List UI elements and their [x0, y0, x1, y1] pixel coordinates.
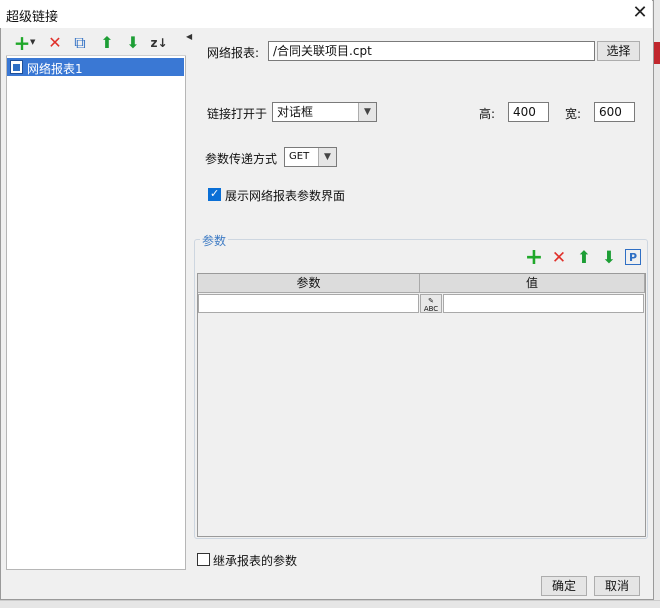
- show-params-checkbox[interactable]: [208, 187, 221, 201]
- open-in-label: 链接打开于: [207, 107, 268, 121]
- move-up-icon[interactable]: ⬆: [97, 34, 117, 52]
- link-list-panel: [6, 30, 186, 570]
- params-group-title: 参数: [200, 232, 229, 249]
- param-mode-value: GET: [289, 151, 310, 162]
- cancel-button[interactable]: 取消: [594, 576, 640, 596]
- background-highlight: [654, 42, 660, 64]
- param-name-cell[interactable]: [198, 294, 419, 313]
- background-app: [654, 0, 660, 608]
- formula-icon: ✎: [428, 297, 434, 305]
- inherit-params-label: 继承报表的参数: [213, 554, 298, 568]
- collapse-arrow-icon[interactable]: ◀: [186, 32, 192, 41]
- add-dropdown-icon[interactable]: ▼: [30, 38, 35, 46]
- move-down-icon[interactable]: ⬇: [123, 34, 143, 52]
- inherit-params-checkbox[interactable]: [197, 553, 210, 566]
- chevron-down-icon[interactable]: ▼: [318, 148, 336, 166]
- width-field[interactable]: 600: [594, 102, 635, 122]
- param-p-icon[interactable]: P: [625, 249, 641, 265]
- column-header-value[interactable]: 值: [420, 274, 645, 293]
- height-label: 高:: [479, 107, 496, 121]
- delete-param-icon[interactable]: ✕: [549, 249, 569, 267]
- background-bottom: [0, 600, 660, 608]
- sort-icon[interactable]: z↓: [149, 34, 169, 52]
- param-down-icon[interactable]: ⬇: [599, 249, 619, 267]
- height-field[interactable]: 400: [508, 102, 549, 122]
- report-path-field[interactable]: /合同关联项目.cpt: [268, 41, 595, 61]
- open-in-value: 对话框: [277, 105, 314, 119]
- delete-icon[interactable]: ✕: [45, 34, 65, 52]
- abc-label: ABC: [423, 305, 439, 313]
- param-up-icon[interactable]: ⬆: [574, 249, 594, 267]
- close-icon[interactable]: ✕: [628, 2, 652, 26]
- title-bar: [0, 0, 652, 28]
- column-header-param[interactable]: 参数: [198, 274, 420, 293]
- ok-button[interactable]: 确定: [541, 576, 587, 596]
- param-mode-label: 参数传递方式: [205, 152, 278, 166]
- width-label: 宽:: [565, 107, 582, 121]
- show-params-label: 展示网络报表参数界面: [225, 189, 346, 203]
- report-icon: [10, 60, 23, 74]
- chevron-down-icon[interactable]: ▼: [358, 103, 376, 121]
- copy-icon[interactable]: ⧉: [70, 34, 90, 52]
- param-value-cell[interactable]: [443, 294, 644, 313]
- dialog-title: 超级链接: [6, 10, 59, 25]
- tree-item-label: 网络报表1: [27, 62, 83, 76]
- add-icon[interactable]: +: [12, 33, 32, 53]
- abc-type-button[interactable]: ✎ ABC: [420, 294, 442, 313]
- select-report-button[interactable]: 选择: [597, 41, 640, 61]
- report-label: 网络报表:: [207, 46, 260, 60]
- add-param-icon[interactable]: +: [524, 247, 544, 269]
